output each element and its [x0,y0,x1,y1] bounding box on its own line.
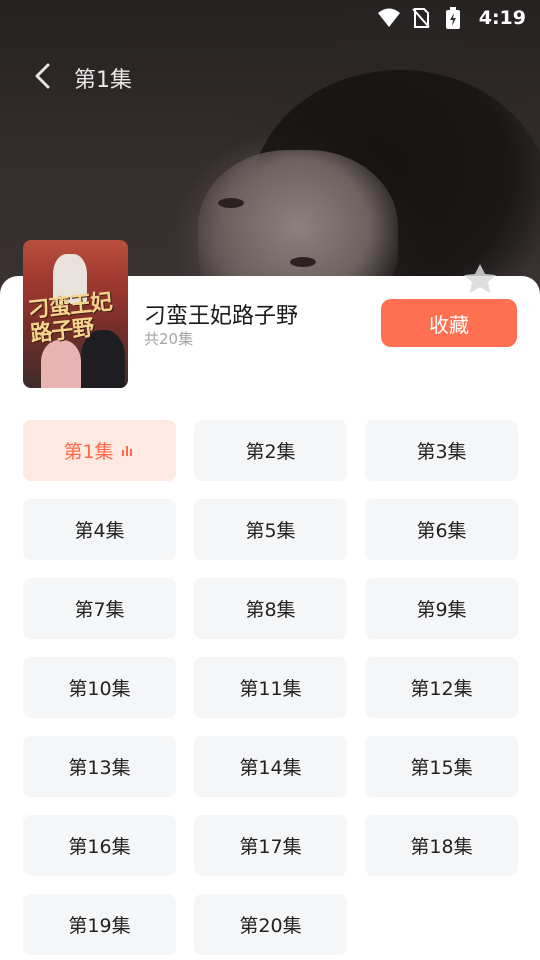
collect-button[interactable]: 收藏 [381,299,517,347]
episode-label: 第1集 [63,441,114,463]
episode-item[interactable]: 第8集 [194,578,347,639]
floating-star-icon [462,262,498,294]
episode-label: 第14集 [239,757,302,779]
episode-label: 第17集 [239,836,302,858]
episode-item[interactable]: 第14集 [194,736,347,797]
episode-title: 第1集 [74,68,132,93]
episode-label: 第13集 [68,757,131,779]
now-playing-icon [121,445,136,456]
episode-item[interactable]: 第7集 [23,578,176,639]
episode-item[interactable]: 第9集 [365,578,518,639]
episode-item[interactable]: 第4集 [23,499,176,560]
chevron-left-icon [33,62,51,94]
episode-label: 第16集 [68,836,131,858]
video-frame-eye [218,198,244,208]
cover-title-art: 刁蛮王妃 路子野 [26,288,113,348]
episode-label: 第12集 [410,678,473,700]
no-sim-icon [411,7,433,29]
episode-label: 第19集 [68,915,131,937]
episode-item[interactable]: 第16集 [23,815,176,876]
episode-label: 第18集 [410,836,473,858]
back-button[interactable] [14,56,70,100]
drama-cover[interactable]: 刁蛮王妃 路子野 [23,240,128,388]
episode-item[interactable]: 第19集 [23,894,176,955]
episode-item[interactable]: 第2集 [194,420,347,481]
episode-item[interactable]: 第1集 [23,420,176,481]
episode-label: 第6集 [416,520,467,542]
wifi-icon [377,7,400,29]
episode-item[interactable]: 第10集 [23,657,176,718]
episode-label: 第2集 [245,441,296,463]
episode-item[interactable]: 第5集 [194,499,347,560]
episode-item[interactable]: 第12集 [365,657,518,718]
battery-charging-icon [445,7,467,29]
episode-label: 第8集 [245,599,296,621]
status-time: 4:19 [478,7,526,29]
episode-label: 第11集 [239,678,302,700]
video-frame-eye [290,257,316,267]
episode-item[interactable]: 第20集 [194,894,347,955]
episode-item[interactable]: 第13集 [23,736,176,797]
episode-label: 第4集 [74,520,125,542]
episode-item[interactable]: 第15集 [365,736,518,797]
episode-item[interactable]: 第6集 [365,499,518,560]
episode-label: 第5集 [245,520,296,542]
episode-label: 第7集 [74,599,125,621]
episode-label: 第10集 [68,678,131,700]
episode-item[interactable]: 第11集 [194,657,347,718]
drama-title: 刁蛮王妃路子野 [144,304,299,329]
episode-item[interactable]: 第3集 [365,420,518,481]
cover-figure [41,340,81,388]
top-nav: 第1集 [0,56,540,100]
episode-item[interactable]: 第17集 [194,815,347,876]
episode-count: 共20集 [144,330,194,348]
episode-label: 第3集 [416,441,467,463]
episode-item[interactable]: 第18集 [365,815,518,876]
episode-label: 第20集 [239,915,302,937]
episode-label: 第9集 [416,599,467,621]
episode-label: 第15集 [410,757,473,779]
status-bar: 4:19 [0,0,540,36]
